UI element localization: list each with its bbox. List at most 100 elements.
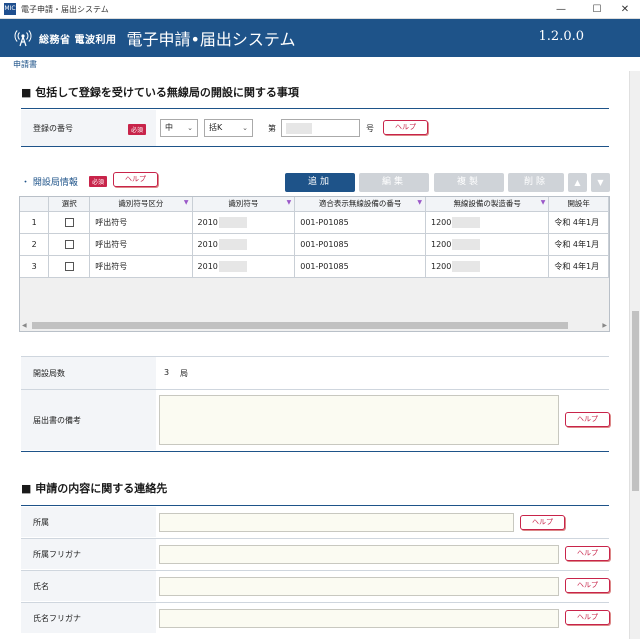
contact-label-cell: 氏名フリガナ [21, 603, 156, 633]
row-date: 令和 4年1月 [548, 233, 609, 256]
row-select-cell [48, 211, 91, 234]
col-header-kubun[interactable]: 識別符号区分 ▼ [89, 197, 193, 212]
row-no: 3 [20, 255, 50, 278]
required-badge: 必須 [128, 124, 147, 135]
col-header-serial[interactable]: 無線設備の製造番号 ▼ [425, 197, 550, 212]
stations-table: 選択 識別符号区分 ▼ 識別符号 ▼ 適合表示無線設備の番号 ▼ 無線設備の製造番号 ▼… [19, 196, 610, 332]
reg-type-select[interactable]: 括K ⌄ [204, 119, 253, 137]
app-icon: MIC [4, 3, 16, 15]
row-serial-cell: 1200 [425, 255, 550, 278]
affiliation-kana-help-button[interactable]: ヘルプ [565, 546, 610, 561]
count-label: 開設局数 [33, 368, 65, 378]
row-checkbox[interactable] [64, 217, 74, 227]
sort-arrow-icon: ▼ [540, 199, 546, 206]
section-title-contact: ■ 申請の内容に関する連絡先 [21, 482, 168, 495]
reg-help-button[interactable]: ヘルプ [383, 120, 428, 135]
go-label: 号 [366, 124, 374, 133]
window-title: 電子申請・届出システム [21, 4, 109, 14]
name-input[interactable] [159, 577, 559, 596]
row-serial: 1200 [431, 239, 452, 249]
contact-label-cell: 所属フリガナ [21, 539, 156, 569]
name-kana-help-button[interactable]: ヘルプ [565, 610, 610, 625]
affiliation-input[interactable] [159, 513, 514, 532]
ministry-label: 総務省 電波利用 [39, 34, 117, 46]
reg-number-input[interactable] [281, 119, 360, 137]
row-select-cell [48, 233, 91, 256]
redacted-value [452, 260, 481, 272]
add-button[interactable]: 追加 [285, 173, 355, 192]
col-header-code[interactable]: 識別符号 ▼ [192, 197, 296, 212]
table-header-row: 選択 識別符号区分 ▼ 識別符号 ▼ 適合表示無線設備の番号 ▼ 無線設備の製造番号 ▼… [20, 197, 609, 212]
col-header-cert[interactable]: 適合表示無線設備の番号 ▼ [294, 197, 426, 212]
redacted-value [218, 216, 247, 228]
count-value: 3 [164, 368, 170, 377]
stations-help-button[interactable]: ヘルプ [113, 172, 158, 187]
row-date: 令和 4年1月 [548, 255, 609, 278]
table-horizontal-scrollbar[interactable]: ◀ ▶ [20, 320, 609, 331]
row-serial-cell: 1200 [425, 233, 550, 256]
vertical-scrollbar[interactable] [629, 71, 640, 639]
affiliation-kana-input[interactable] [159, 545, 559, 564]
reg-prefix-select[interactable]: 中 ⌄ [160, 119, 198, 137]
count-unit: 局 [180, 369, 188, 378]
row-kubun: 呼出符号 [89, 211, 193, 234]
name-help-button[interactable]: ヘルプ [565, 578, 610, 593]
scroll-right-icon[interactable]: ▶ [602, 320, 607, 331]
copy-button[interactable]: 複製 [434, 173, 504, 192]
col-header-date[interactable]: 開設年 [548, 197, 609, 212]
row-select-cell [48, 255, 91, 278]
delete-button[interactable]: 削除 [508, 173, 564, 192]
table-row[interactable]: 2 呼出符号 2010 001-P01085 1200 令和 4年1月 [20, 233, 609, 256]
name-kana-label: 氏名フリガナ [33, 613, 81, 623]
section-divider [21, 505, 609, 506]
row-cert: 001-P01085 [294, 255, 426, 278]
section-divider [21, 146, 609, 147]
move-up-button[interactable]: ▲ [568, 173, 587, 192]
table-row[interactable]: 3 呼出符号 2010 001-P01085 1200 令和 4年1月 [20, 255, 609, 278]
minimize-icon[interactable]: — [546, 0, 576, 19]
row-serial: 1200 [431, 217, 452, 227]
scrollbar-thumb[interactable] [632, 311, 639, 491]
remarks-help-button[interactable]: ヘルプ [565, 412, 610, 427]
required-badge: 必須 [89, 176, 108, 187]
col-header-select[interactable]: 選択 [48, 197, 91, 212]
maximize-icon[interactable]: ☐ [582, 0, 612, 19]
name-kana-input[interactable] [159, 609, 559, 628]
section-divider [21, 108, 609, 109]
row-code-cell: 2010 [192, 233, 296, 256]
row-code: 2010 [197, 217, 218, 227]
row-cert: 001-P01085 [294, 211, 426, 234]
chevron-down-icon: ⌄ [187, 124, 193, 132]
row-serial: 1200 [431, 261, 452, 271]
window-titlebar: MIC 電子申請・届出システム [0, 0, 640, 19]
row-no: 1 [20, 211, 50, 234]
remarks-textarea[interactable] [159, 395, 559, 445]
scroll-left-icon[interactable]: ◀ [22, 320, 27, 331]
redacted-value [452, 216, 481, 228]
move-down-button[interactable]: ▼ [591, 173, 610, 192]
edit-button[interactable]: 編集 [359, 173, 429, 192]
breadcrumb-item[interactable]: 申請書 [13, 59, 37, 70]
close-icon[interactable]: ✕ [610, 0, 640, 19]
remarks-label: 届出書の備考 [33, 415, 81, 425]
row-cert: 001-P01085 [294, 233, 426, 256]
row-code: 2010 [197, 239, 218, 249]
row-checkbox[interactable] [64, 261, 74, 271]
row-code: 2010 [197, 261, 218, 271]
scrollbar-thumb[interactable] [32, 322, 568, 329]
section-divider [21, 451, 609, 452]
row-checkbox[interactable] [64, 239, 74, 249]
name-label: 氏名 [33, 581, 49, 591]
system-name: 電子申請•届出システム [126, 30, 296, 49]
chevron-down-icon: ⌄ [242, 124, 248, 132]
count-label-cell: 開設局数 [21, 357, 156, 389]
redacted-value [286, 123, 312, 134]
row-no: 2 [20, 233, 50, 256]
affiliation-help-button[interactable]: ヘルプ [520, 515, 565, 530]
redacted-value [452, 238, 481, 250]
table-row[interactable]: 1 呼出符号 2010 001-P01085 1200 令和 4年1月 [20, 211, 609, 234]
dai-label: 第 [268, 124, 276, 133]
remarks-label-cell: 届出書の備考 [21, 390, 156, 450]
row-kubun: 呼出符号 [89, 255, 193, 278]
reg-number-label: 登録の番号 [33, 123, 73, 133]
